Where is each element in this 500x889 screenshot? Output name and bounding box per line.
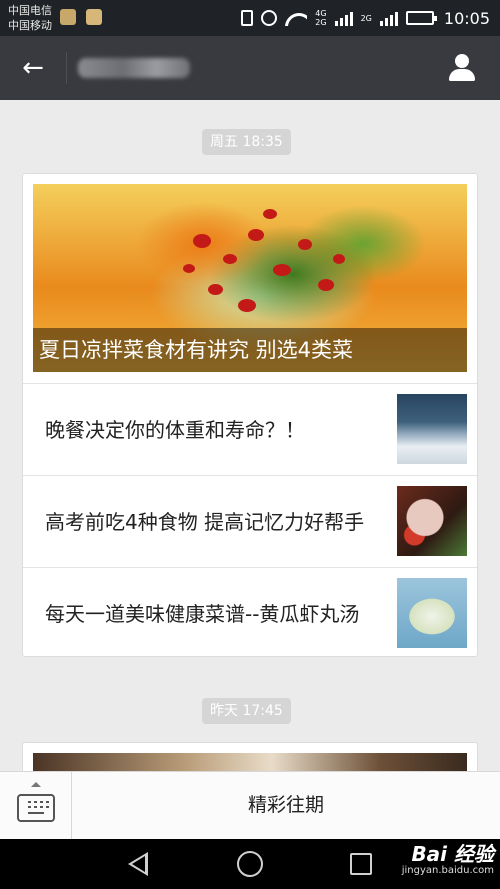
- back-button[interactable]: ←: [18, 54, 48, 82]
- signal-icon: [334, 10, 353, 26]
- account-name-blurred: [78, 58, 190, 78]
- article-card: 夏日凉拌菜食材有讲究 别选4类菜 晚餐决定你的体重和寿命？！ 高考前吃4种食物 …: [22, 173, 478, 657]
- carrier-1: 中国电信: [8, 4, 52, 17]
- nav-recents-icon[interactable]: [350, 853, 372, 875]
- notification-icon: [60, 9, 76, 25]
- alarm-icon: [261, 10, 278, 26]
- clock: 10:05: [443, 8, 490, 28]
- keyboard-toggle-button[interactable]: [0, 772, 72, 839]
- article-title: 高考前吃4种食物 提高记忆力好帮手: [45, 509, 365, 534]
- article-item[interactable]: 晚餐决定你的体重和寿命？！: [23, 383, 477, 475]
- network-labels: 4G 2G: [315, 9, 326, 27]
- article-thumbnail: [397, 486, 467, 556]
- carrier-labels: 中国电信 中国移动: [8, 3, 52, 33]
- navigation-bar: Bai 经验 jingyan.baidu.com: [0, 839, 500, 889]
- status-icons: 4G 2G 2G 10:05: [241, 7, 490, 29]
- arrow-left-icon: ←: [22, 53, 44, 83]
- arrow-up-icon: [31, 782, 41, 787]
- keyboard-icon: [17, 794, 55, 822]
- nav-back-icon[interactable]: [128, 852, 148, 876]
- network-2g-label: 2G: [315, 18, 327, 27]
- battery-icon: [405, 11, 437, 25]
- title-bar: ←: [0, 36, 500, 100]
- article-thumbnail: [397, 578, 467, 648]
- cover-article[interactable]: 夏日凉拌菜食材有讲究 别选4类菜: [33, 184, 467, 372]
- wifi-icon: [285, 10, 307, 26]
- nav-home-icon[interactable]: [237, 851, 263, 877]
- bottom-menu: 精彩往期: [0, 771, 500, 839]
- article-item[interactable]: 高考前吃4种食物 提高记忆力好帮手: [23, 475, 477, 567]
- cover-title: 夏日凉拌菜食材有讲究 别选4类菜: [33, 328, 467, 372]
- menu-item-past-highlights[interactable]: 精彩往期: [72, 772, 500, 839]
- status-bar: 中国电信 中国移动 4G 2G 2G 10:05: [0, 0, 500, 36]
- network-2g-label-2: 2G: [360, 13, 372, 23]
- article-title: 晚餐决定你的体重和寿命？！: [45, 417, 305, 442]
- chat-notification-icon: [86, 9, 102, 25]
- signal-icon-2: [379, 10, 398, 26]
- article-title: 每天一道美味健康菜谱--黄瓜虾丸汤: [45, 601, 360, 626]
- message-timestamp: 周五 18:35: [202, 129, 291, 155]
- network-4g-label: 4G: [315, 9, 327, 18]
- title-divider: [66, 52, 67, 84]
- article-item[interactable]: 每天一道美味健康菜谱--黄瓜虾丸汤: [23, 567, 477, 659]
- watermark: Bai 经验 jingyan.baidu.com: [402, 843, 494, 877]
- vibrate-icon: [241, 10, 254, 26]
- message-timestamp: 昨天 17:45: [202, 698, 291, 724]
- article-thumbnail: [397, 394, 467, 464]
- watermark-url: jingyan.baidu.com: [401, 865, 494, 876]
- watermark-logo: Bai 经验: [411, 842, 494, 866]
- carrier-2: 中国移动: [8, 19, 52, 32]
- profile-button[interactable]: [446, 52, 478, 84]
